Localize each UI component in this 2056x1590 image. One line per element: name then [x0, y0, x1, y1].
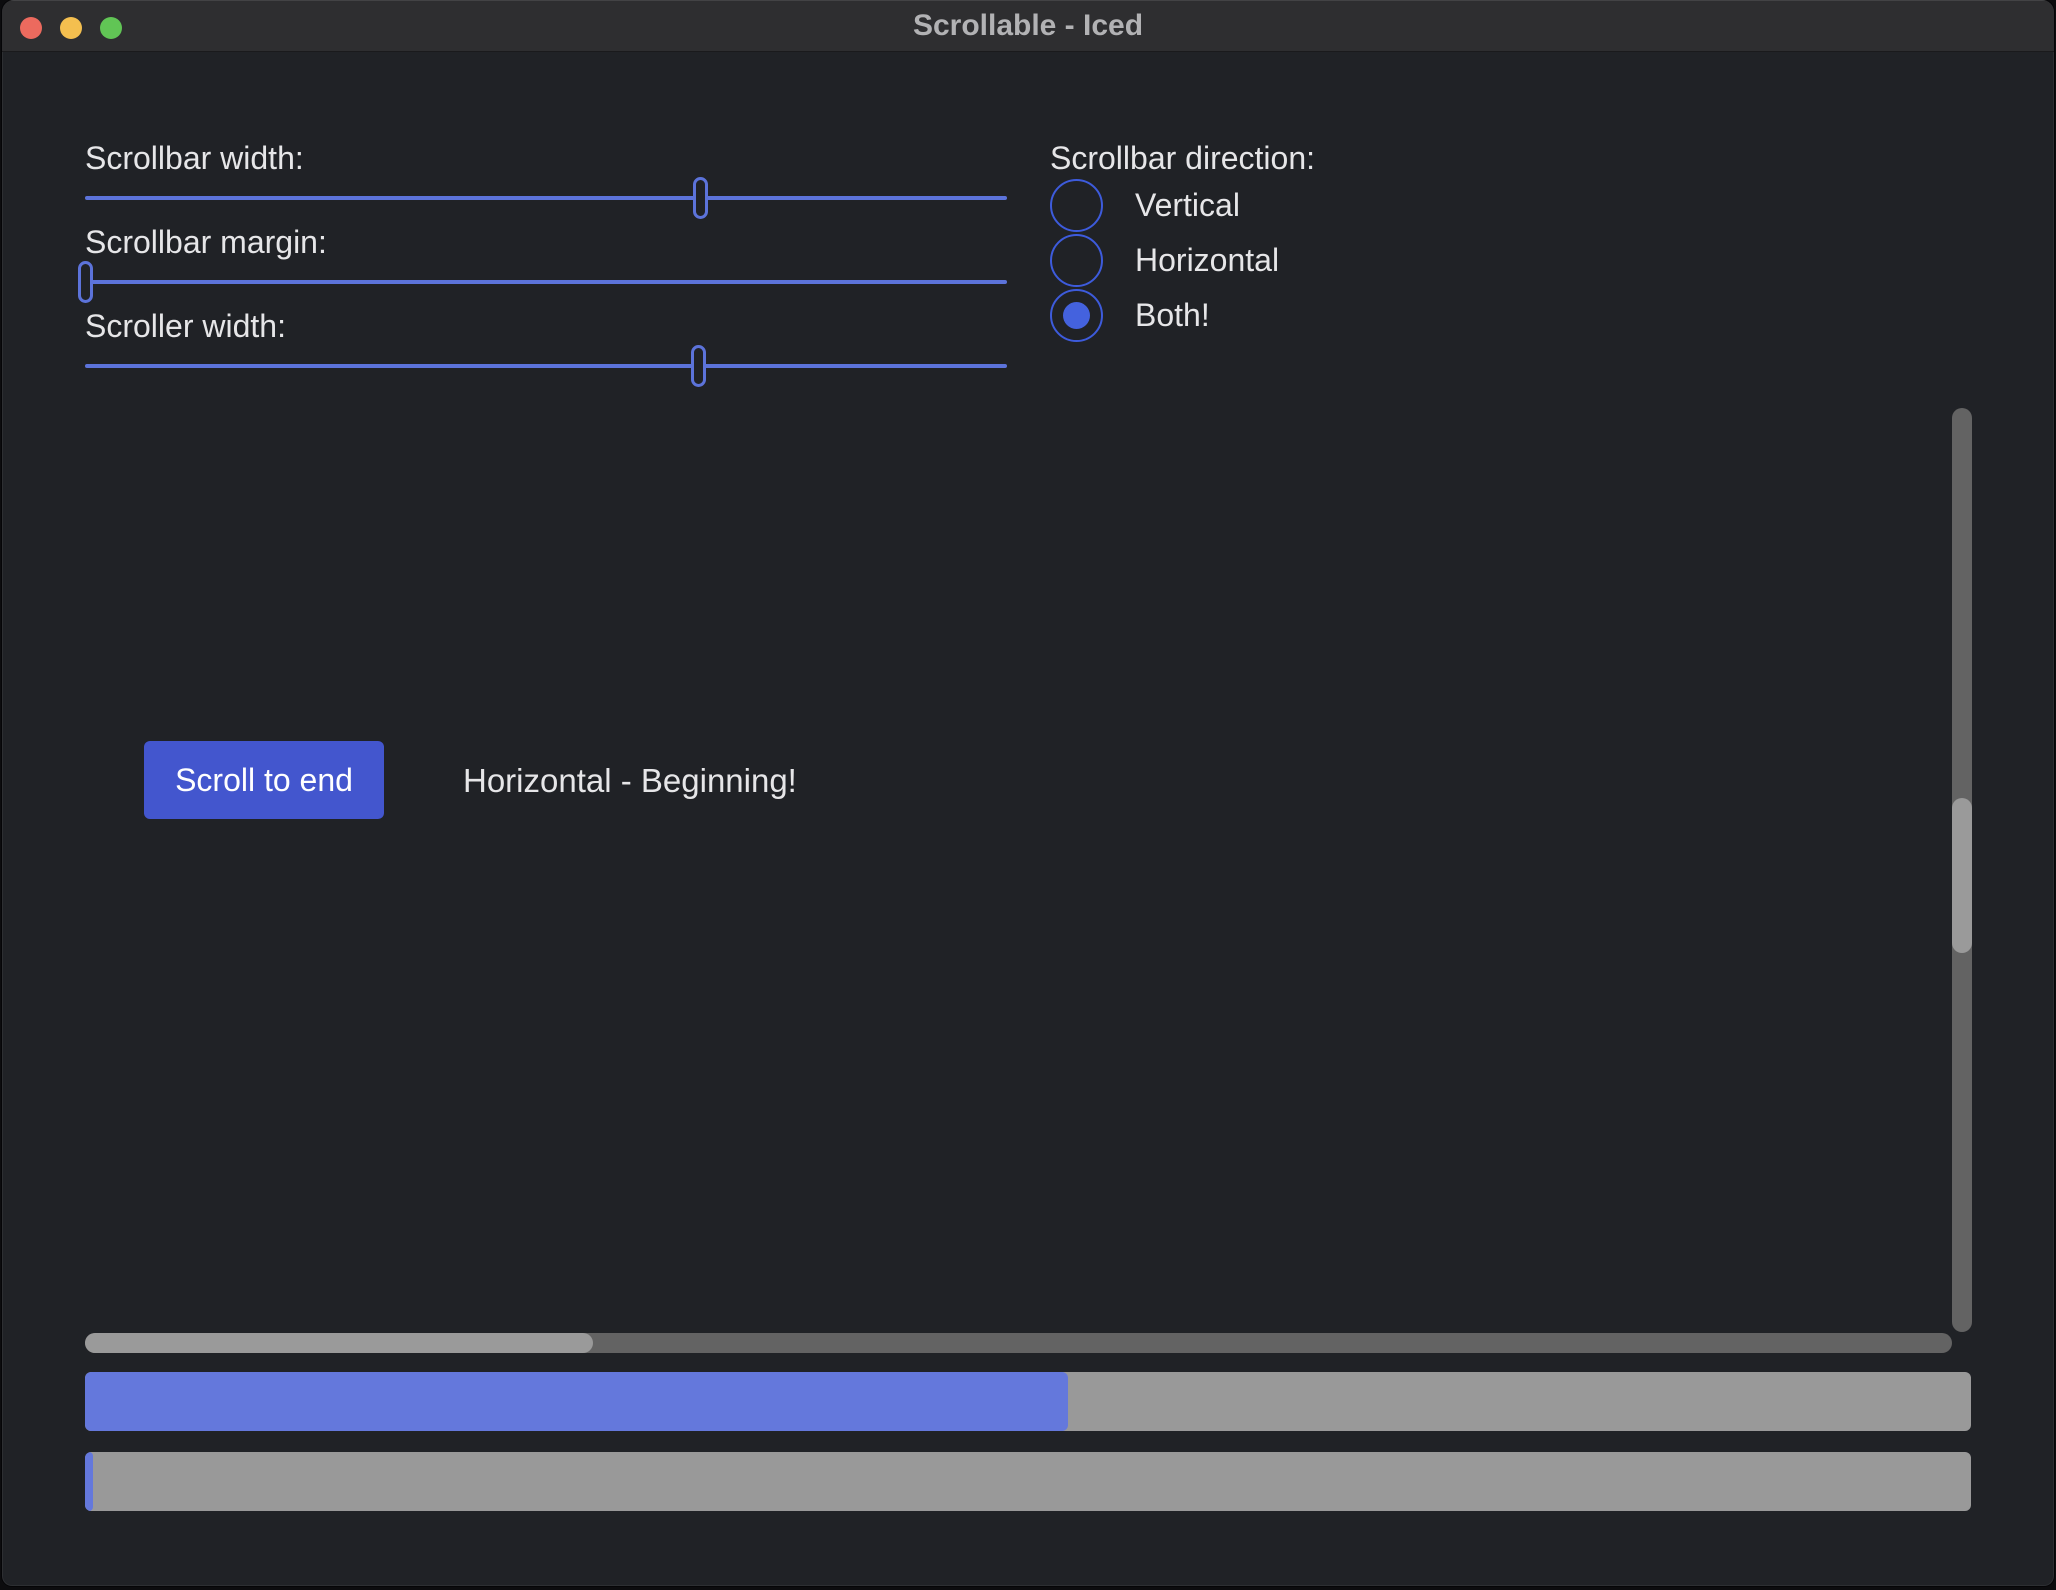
scrollbar-width-slider[interactable] — [85, 177, 1007, 219]
radio-circle-icon[interactable] — [1050, 234, 1103, 287]
vertical-scrollbar-thumb[interactable] — [1952, 798, 1972, 953]
radio-dot-icon — [1063, 302, 1090, 329]
scrollbar-direction-label: Scrollbar direction: — [1050, 140, 1315, 176]
radio-circle-icon[interactable] — [1050, 289, 1103, 342]
horizontal-scrollbar-track[interactable] — [85, 1333, 1952, 1353]
slider-handle[interactable] — [78, 261, 93, 303]
titlebar: Scrollable - Iced — [2, 0, 2054, 52]
scroll-status-text: Horizontal - Beginning! — [463, 762, 797, 800]
radio-vertical[interactable]: Vertical — [1050, 179, 1240, 232]
radio-circle-icon[interactable] — [1050, 179, 1103, 232]
slider-handle[interactable] — [693, 177, 708, 219]
scrollbar-margin-label: Scrollbar margin: — [85, 224, 327, 260]
scroll-to-end-button[interactable]: Scroll to end — [144, 741, 384, 819]
slider-track[interactable] — [85, 196, 1007, 200]
vertical-progress-bar — [85, 1452, 1971, 1511]
slider-track[interactable] — [85, 280, 1007, 284]
vertical-scrollbar-track[interactable] — [1952, 408, 1972, 1332]
scroller-width-label: Scroller width: — [85, 308, 286, 344]
progress-fill — [85, 1452, 93, 1511]
scrollbar-width-label: Scrollbar width: — [85, 140, 304, 176]
app-window: Scrollable - Iced Scrollbar width: Scrol… — [2, 0, 2054, 1586]
slider-handle[interactable] — [691, 345, 706, 387]
radio-both[interactable]: Both! — [1050, 289, 1210, 342]
radio-both-label: Both! — [1135, 297, 1210, 334]
window-title: Scrollable - Iced — [2, 0, 2054, 52]
radio-horizontal[interactable]: Horizontal — [1050, 234, 1279, 287]
scroller-width-slider[interactable] — [85, 345, 1007, 387]
radio-horizontal-label: Horizontal — [1135, 242, 1279, 279]
horizontal-scrollbar-thumb[interactable] — [85, 1333, 593, 1353]
horizontal-progress-bar — [85, 1372, 1971, 1431]
scrollbar-margin-slider[interactable] — [85, 261, 1007, 303]
progress-fill — [85, 1372, 1068, 1431]
slider-track[interactable] — [85, 364, 1007, 368]
radio-vertical-label: Vertical — [1135, 187, 1240, 224]
